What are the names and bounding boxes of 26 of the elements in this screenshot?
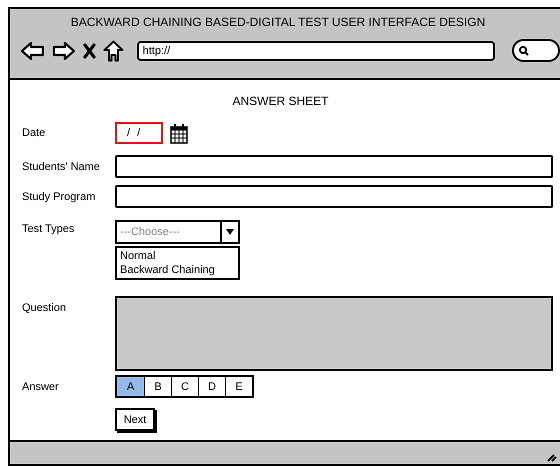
- text-field[interactable]: [115, 185, 553, 208]
- dropdown-option[interactable]: Backward Chaining: [120, 263, 235, 277]
- field-label: Study Program: [22, 190, 96, 202]
- address-field[interactable]: http://: [136, 40, 496, 60]
- resize-grip-icon[interactable]: [547, 452, 557, 462]
- search-icon: [519, 46, 530, 56]
- field-label: Date: [22, 127, 46, 139]
- caret-icon: [226, 229, 234, 235]
- dropdown-option[interactable]: Normal: [120, 249, 235, 263]
- page-heading: ANSWER SHEET: [231, 93, 330, 109]
- close-icon[interactable]: [82, 42, 96, 58]
- calendar-icon[interactable]: [170, 122, 188, 144]
- search-field[interactable]: [512, 39, 560, 62]
- home-icon[interactable]: [102, 40, 124, 62]
- back-arrow-icon[interactable]: [20, 40, 45, 60]
- date-field[interactable]: / /: [115, 122, 163, 144]
- next-button[interactable]: Next: [115, 408, 155, 431]
- field-label: Students' Name: [22, 160, 101, 172]
- text-field[interactable]: [115, 155, 553, 178]
- answer-option[interactable]: A: [117, 377, 144, 396]
- forward-arrow-icon[interactable]: [52, 40, 76, 60]
- field-label: Question: [22, 301, 68, 316]
- field-label: Answer: [22, 380, 60, 392]
- field-label: Test Types: [22, 222, 76, 237]
- window-title: BACKWARD CHAINING BASED-DIGITAL TEST USER INTERFACE DESIGN: [70, 14, 486, 29]
- dropdown[interactable]: ---Choose---: [115, 220, 240, 244]
